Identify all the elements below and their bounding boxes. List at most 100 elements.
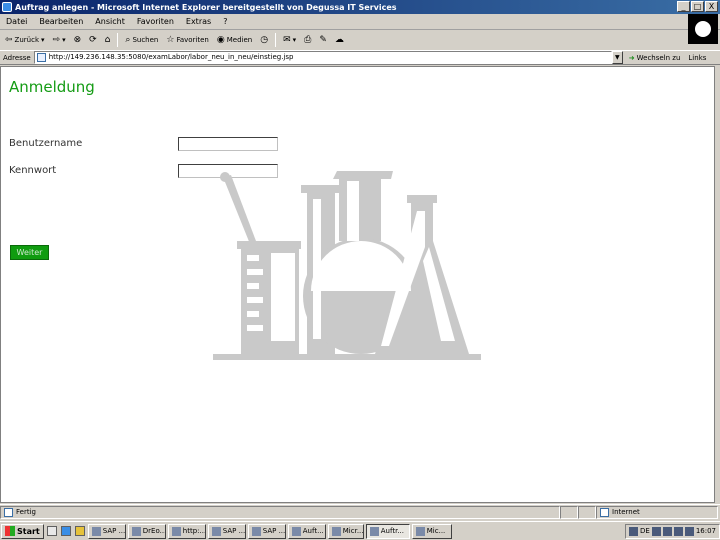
globe-icon (600, 508, 609, 517)
ie-quicklaunch-icon[interactable] (60, 526, 71, 536)
search-button[interactable]: ⌕ Suchen (122, 34, 161, 46)
app-icon (131, 526, 141, 536)
taskbar-item[interactable]: Auft... (287, 523, 326, 539)
windows-flag-icon (5, 526, 15, 536)
language-indicator[interactable]: DE (640, 527, 650, 535)
weiter-button[interactable]: Weiter (10, 245, 49, 260)
taskbar-item[interactable]: SAP ... (207, 523, 246, 539)
back-arrow-icon: ⇦ (5, 35, 13, 45)
chevron-down-icon: ▾ (292, 36, 297, 44)
discuss-icon: ☁ (334, 35, 344, 45)
taskbar-item-label: DrEo... (142, 527, 166, 535)
username-input[interactable] (178, 137, 278, 151)
maximize-button[interactable]: □ (691, 1, 704, 12)
tray-icon[interactable] (673, 526, 683, 536)
favorites-icon: ☆ (166, 35, 175, 45)
print-icon: ⎙ (304, 35, 312, 45)
page-title: Anmeldung (9, 78, 95, 96)
address-input[interactable]: http://149.236.148.35:5080/examLabor/lab… (33, 51, 612, 64)
app-icon (91, 526, 101, 536)
taskbar: Start SAP ... DrEo... http:... SAP ... S… (0, 521, 720, 540)
edit-icon: ✎ (319, 35, 327, 45)
window-titlebar: Auftrag anlegen - Microsoft Internet Exp… (0, 0, 720, 14)
start-label: Start (17, 526, 40, 536)
taskbar-item[interactable]: SAP ... (87, 523, 126, 539)
stop-button[interactable]: ⊗ (71, 34, 85, 46)
password-label: Kennwort (9, 165, 57, 176)
tray-icon[interactable] (651, 526, 661, 536)
app-icon (331, 526, 341, 536)
menu-ansicht[interactable]: Ansicht (89, 17, 131, 26)
edit-button[interactable]: ✎ (316, 34, 330, 46)
app-icon (211, 526, 221, 536)
clock: 16:07 (695, 527, 716, 535)
taskbar-item[interactable]: Mic... (411, 523, 452, 539)
app-icon (369, 526, 379, 536)
ie-throbber-icon (688, 14, 718, 44)
username-label: Benutzername (9, 138, 83, 149)
mail-icon: ✉ (283, 35, 291, 45)
refresh-button[interactable]: ⟳ (86, 34, 100, 46)
go-label: Wechseln zu (636, 53, 681, 62)
address-label: Adresse (3, 53, 31, 62)
close-button[interactable]: X (705, 1, 718, 12)
minimize-button[interactable]: _ (677, 1, 690, 12)
start-button[interactable]: Start (1, 523, 44, 539)
toolbar: ⇦ Zurück ▾ ⇨ ▾ ⊗ ⟳ ⌂ ⌕ Suchen ☆ Favorite… (0, 31, 690, 49)
address-dropdown-button[interactable]: ▼ (611, 51, 623, 64)
mail-button[interactable]: ✉ ▾ (280, 34, 299, 46)
taskbar-item[interactable]: Micr... (327, 523, 364, 539)
toolbar-separator (117, 33, 119, 47)
page-content: Anmeldung Benutzername Kennwort Weiter (0, 66, 715, 503)
taskbar-item-label: Mic... (426, 527, 446, 535)
content-scrollbar[interactable] (715, 66, 720, 503)
forward-arrow-icon: ⇨ (52, 35, 61, 45)
home-button[interactable]: ⌂ (102, 34, 114, 46)
tray-icon[interactable] (662, 526, 672, 536)
go-arrow-icon: ➜ (628, 53, 635, 62)
taskbar-item[interactable]: http:... (167, 523, 206, 539)
taskbar-item-label: SAP ... (222, 527, 246, 535)
taskbar-item[interactable]: SAP ... (247, 523, 286, 539)
refresh-icon: ⟳ (89, 35, 97, 45)
status-text-segment: Fertig (0, 506, 560, 519)
back-button[interactable]: ⇦ Zurück ▾ (2, 34, 48, 46)
taskbar-item-label: Auft... (302, 527, 324, 535)
links-button[interactable]: Links (688, 54, 706, 62)
taskbar-item-label: Micr... (342, 527, 364, 535)
taskbar-item-label: SAP ... (102, 527, 126, 535)
volume-icon[interactable] (684, 526, 694, 536)
status-text: Fertig (16, 508, 36, 516)
favorites-label: Favoriten (176, 36, 209, 44)
taskbar-item-label: Auftr... (380, 527, 404, 535)
page-icon (36, 53, 46, 62)
taskbar-item-label: SAP ... (262, 527, 286, 535)
print-button[interactable]: ⎙ (301, 34, 314, 46)
outlook-quicklaunch-icon[interactable] (74, 526, 85, 536)
search-label: Suchen (132, 36, 159, 44)
discuss-button[interactable]: ☁ (332, 34, 347, 46)
taskbar-item[interactable]: DrEo... (127, 523, 166, 539)
app-icon (251, 526, 261, 536)
show-desktop-icon[interactable] (46, 526, 57, 536)
menu-extras[interactable]: Extras (180, 17, 217, 26)
favorites-button[interactable]: ☆ Favoriten (163, 34, 212, 46)
app-icon (415, 526, 425, 536)
chevron-down-icon: ▾ (41, 36, 45, 44)
media-button[interactable]: ◉ Medien (214, 34, 255, 46)
menu-datei[interactable]: Datei (0, 17, 33, 26)
page-icon (4, 508, 13, 517)
menu-help[interactable]: ? (217, 17, 233, 26)
address-bar: Adresse http://149.236.148.35:5080/examL… (0, 50, 720, 65)
tray-icon[interactable] (628, 526, 638, 536)
back-label: Zurück (14, 36, 39, 44)
taskbar-item-active[interactable]: Auftr... (365, 523, 410, 539)
history-button[interactable]: ◷ (257, 34, 271, 46)
forward-button[interactable]: ⇨ ▾ (50, 34, 69, 46)
media-icon: ◉ (216, 35, 225, 45)
go-button[interactable]: ➜ Wechseln zu (629, 54, 681, 62)
ie-icon (2, 2, 12, 12)
menu-favoriten[interactable]: Favoriten (131, 17, 180, 26)
menu-bearbeiten[interactable]: Bearbeiten (33, 17, 89, 26)
status-zone: Internet (612, 508, 640, 516)
